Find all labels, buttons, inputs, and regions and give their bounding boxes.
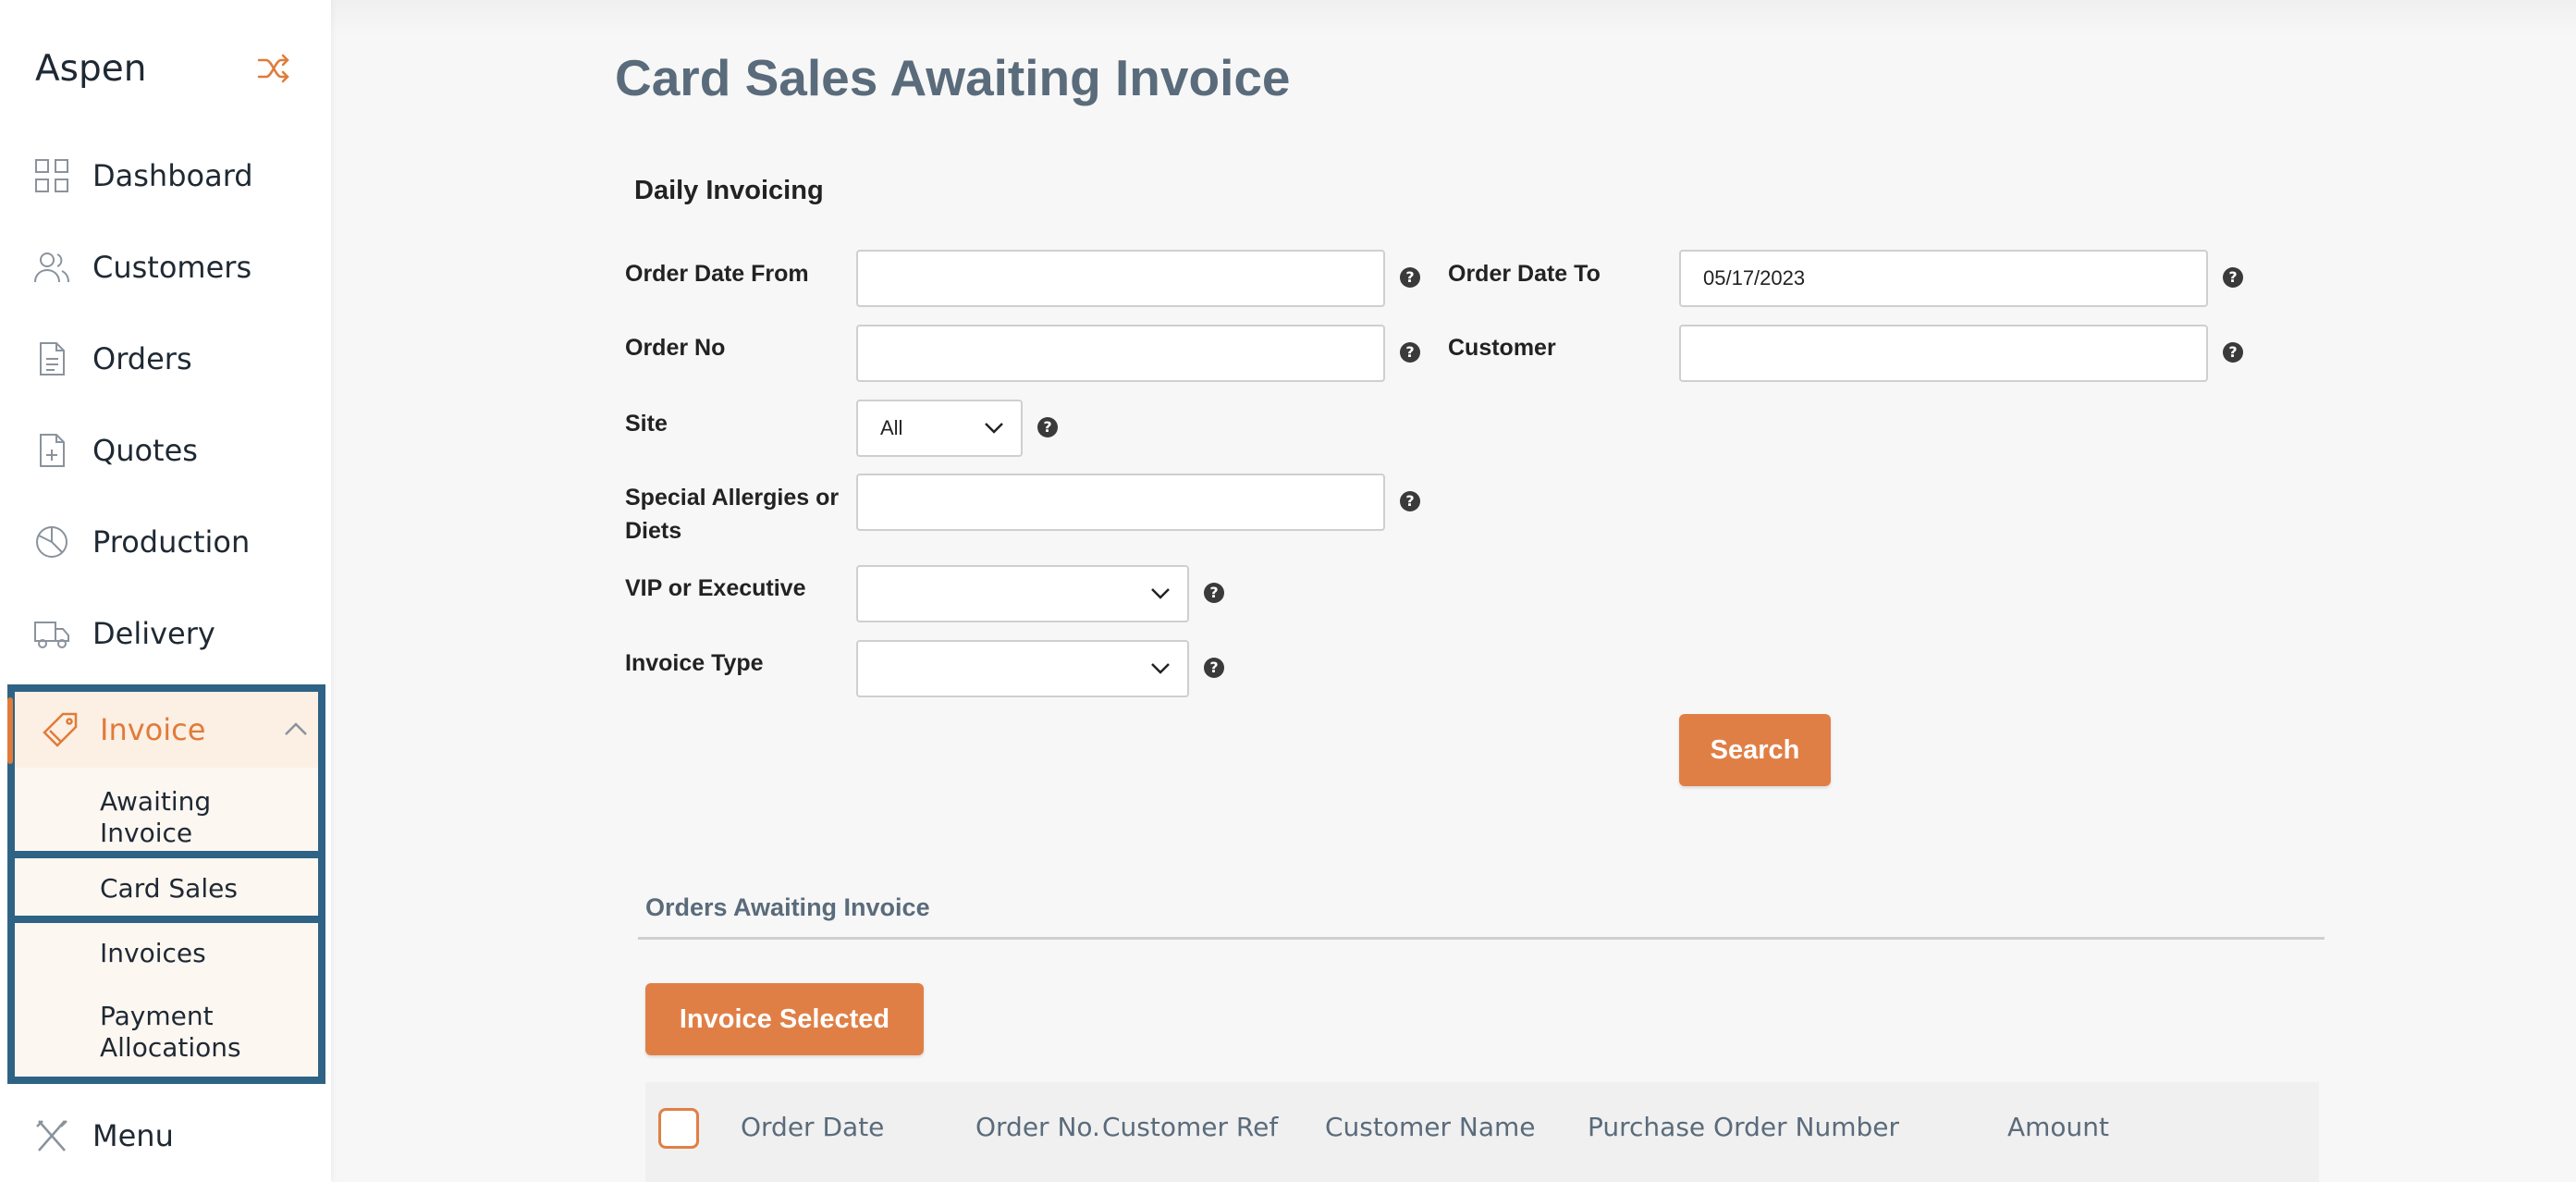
- chevron-down-icon: [1151, 663, 1170, 674]
- invoice-group: Invoice Awaiting Invoice Card Sales Invo…: [7, 684, 325, 1084]
- sidebar-item-invoice[interactable]: Invoice: [15, 692, 318, 768]
- sidebar-item-production[interactable]: Production: [0, 505, 331, 579]
- chevron-up-icon[interactable]: [283, 720, 309, 738]
- help-icon[interactable]: ?: [1400, 491, 1420, 511]
- customer-label: Customer: [1448, 335, 1556, 361]
- page-title: Card Sales Awaiting Invoice: [615, 49, 1291, 106]
- truck-icon: [34, 622, 69, 648]
- sidebar-item-menu[interactable]: Menu: [0, 1099, 331, 1173]
- sidebar-item-dashboard[interactable]: Dashboard: [0, 139, 331, 213]
- order-date-from-label: Order Date From: [625, 261, 809, 287]
- help-icon[interactable]: ?: [1204, 658, 1224, 678]
- order-date-from-input[interactable]: [856, 250, 1385, 307]
- highlight-divider: [7, 916, 325, 923]
- tag-icon: [43, 712, 78, 747]
- top-shade: [331, 0, 2576, 37]
- search-button[interactable]: Search: [1679, 714, 1831, 786]
- column-header-amount[interactable]: Amount: [2007, 1112, 2109, 1142]
- section-divider: [638, 937, 2325, 940]
- sidebar-subitem-awaiting-invoice[interactable]: Awaiting Invoice: [100, 786, 285, 849]
- select-all-checkbox[interactable]: [658, 1108, 699, 1149]
- customer-input[interactable]: [1679, 325, 2208, 382]
- sidebar-item-label: Orders: [92, 341, 192, 376]
- brand-logo: Aspen: [35, 48, 147, 90]
- invoice-type-select[interactable]: [856, 640, 1189, 697]
- invoice-type-label: Invoice Type: [625, 650, 764, 676]
- order-date-to-label: Order Date To: [1448, 261, 1601, 287]
- sidebar-item-label: Menu: [92, 1118, 174, 1153]
- special-allergies-input[interactable]: [856, 474, 1385, 531]
- sidebar-subitem-invoices[interactable]: Invoices: [100, 938, 206, 969]
- sidebar-item-label: Customers: [92, 250, 252, 285]
- column-header-purchase-order-number[interactable]: Purchase Order Number: [1588, 1112, 1899, 1142]
- sidebar-subitem-payment-allocations[interactable]: Payment Allocations: [100, 1001, 285, 1064]
- vip-label: VIP or Executive: [625, 575, 806, 601]
- help-icon[interactable]: ?: [1037, 417, 1058, 437]
- chevron-down-icon: [1151, 588, 1170, 599]
- column-header-customer-name[interactable]: Customer Name: [1325, 1112, 1536, 1142]
- users-icon: [34, 252, 69, 283]
- site-label: Site: [625, 411, 668, 437]
- sidebar-item-customers[interactable]: Customers: [0, 230, 331, 304]
- sidebar-item-label: Delivery: [92, 616, 215, 651]
- sidebar-item-label: Invoice: [100, 712, 206, 747]
- column-header-customer-ref[interactable]: Customer Ref: [1102, 1112, 1278, 1142]
- order-no-label: Order No: [625, 335, 726, 361]
- special-allergies-label: Special Allergies or Diets: [625, 485, 840, 544]
- help-icon[interactable]: ?: [1400, 267, 1420, 288]
- grid-icon: [35, 159, 68, 192]
- column-header-order-no[interactable]: Order No.: [975, 1112, 1100, 1142]
- vip-select[interactable]: [856, 565, 1189, 622]
- sidebar-item-label: Quotes: [92, 433, 198, 468]
- sidebar: Aspen Dashboard Customers Orders Quotes …: [0, 0, 331, 1182]
- invoice-selected-button[interactable]: Invoice Selected: [645, 983, 924, 1055]
- help-icon[interactable]: ?: [2223, 342, 2243, 363]
- site-select[interactable]: All: [856, 400, 1023, 457]
- orders-section-title: Orders Awaiting Invoice: [645, 893, 930, 921]
- active-indicator: [7, 697, 13, 764]
- column-header-order-date[interactable]: Order Date: [741, 1112, 884, 1142]
- pie-chart-icon: [36, 526, 67, 558]
- shuffle-icon[interactable]: [255, 52, 292, 85]
- section-title: Daily Invoicing: [634, 176, 824, 205]
- sidebar-item-label: Production: [92, 524, 251, 560]
- file-plus-icon: [40, 434, 65, 467]
- order-date-to-input[interactable]: 05/17/2023: [1679, 250, 2208, 307]
- sidebar-item-orders[interactable]: Orders: [0, 322, 331, 396]
- help-icon[interactable]: ?: [1204, 583, 1224, 603]
- chevron-down-icon: [985, 423, 1003, 434]
- highlight-divider: [7, 851, 325, 858]
- utensils-icon: [36, 1120, 67, 1151]
- help-icon[interactable]: ?: [2223, 267, 2243, 288]
- site-select-value: All: [880, 416, 903, 439]
- sidebar-item-quotes[interactable]: Quotes: [0, 413, 331, 487]
- sidebar-subitem-card-sales[interactable]: Card Sales: [100, 873, 238, 905]
- document-icon: [40, 342, 65, 376]
- sidebar-item-label: Dashboard: [92, 158, 253, 193]
- order-no-input[interactable]: [856, 325, 1385, 382]
- sidebar-item-delivery[interactable]: Delivery: [0, 597, 331, 671]
- help-icon[interactable]: ?: [1400, 342, 1420, 363]
